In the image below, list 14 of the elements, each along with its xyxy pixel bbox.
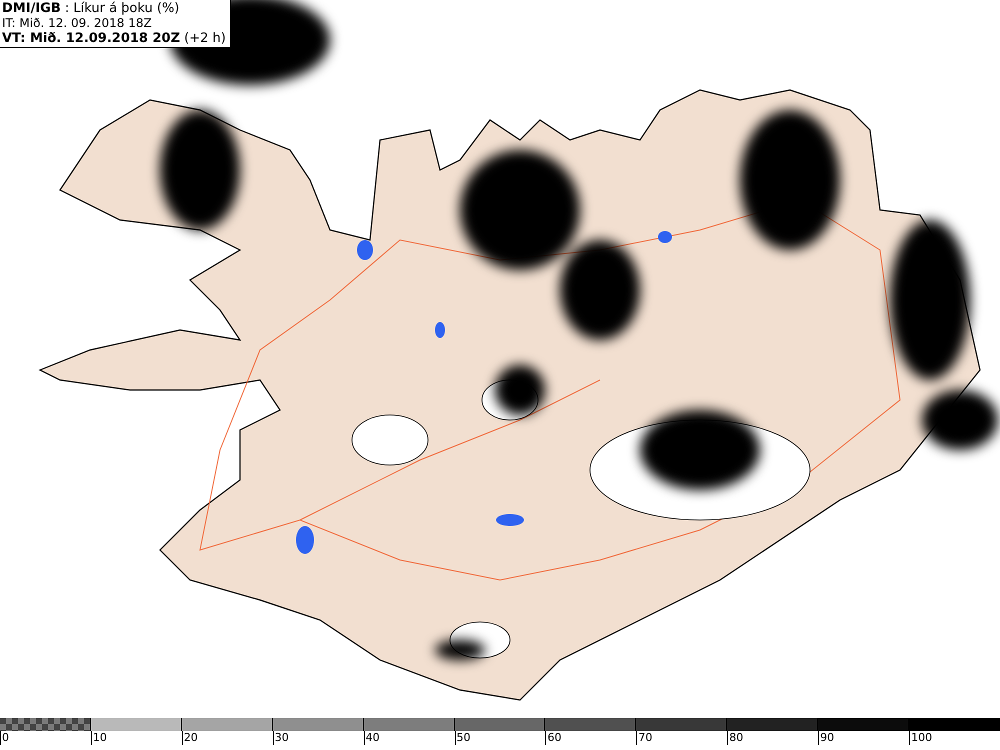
legend-label: 50 bbox=[454, 731, 471, 745]
legend-label: 20 bbox=[182, 731, 198, 745]
legend-label: 40 bbox=[364, 731, 380, 745]
legend-label: 100 bbox=[909, 731, 932, 745]
legend-label: 80 bbox=[727, 731, 744, 745]
legend-label: 90 bbox=[818, 731, 834, 745]
issue-time: IT: Mið. 12. 09. 2018 18Z bbox=[2, 16, 153, 31]
legend-label: 70 bbox=[636, 731, 652, 745]
legend-label: 0 bbox=[0, 731, 9, 745]
legend-label: 30 bbox=[272, 731, 289, 745]
valid-time: VT: Mið. 12.09.2018 20Z (+2 h) bbox=[2, 31, 226, 46]
map-title: DMI/IGB : Líkur á þoku (%) bbox=[2, 1, 180, 16]
legend-label: 60 bbox=[545, 731, 562, 745]
legend-label: 10 bbox=[90, 731, 107, 745]
